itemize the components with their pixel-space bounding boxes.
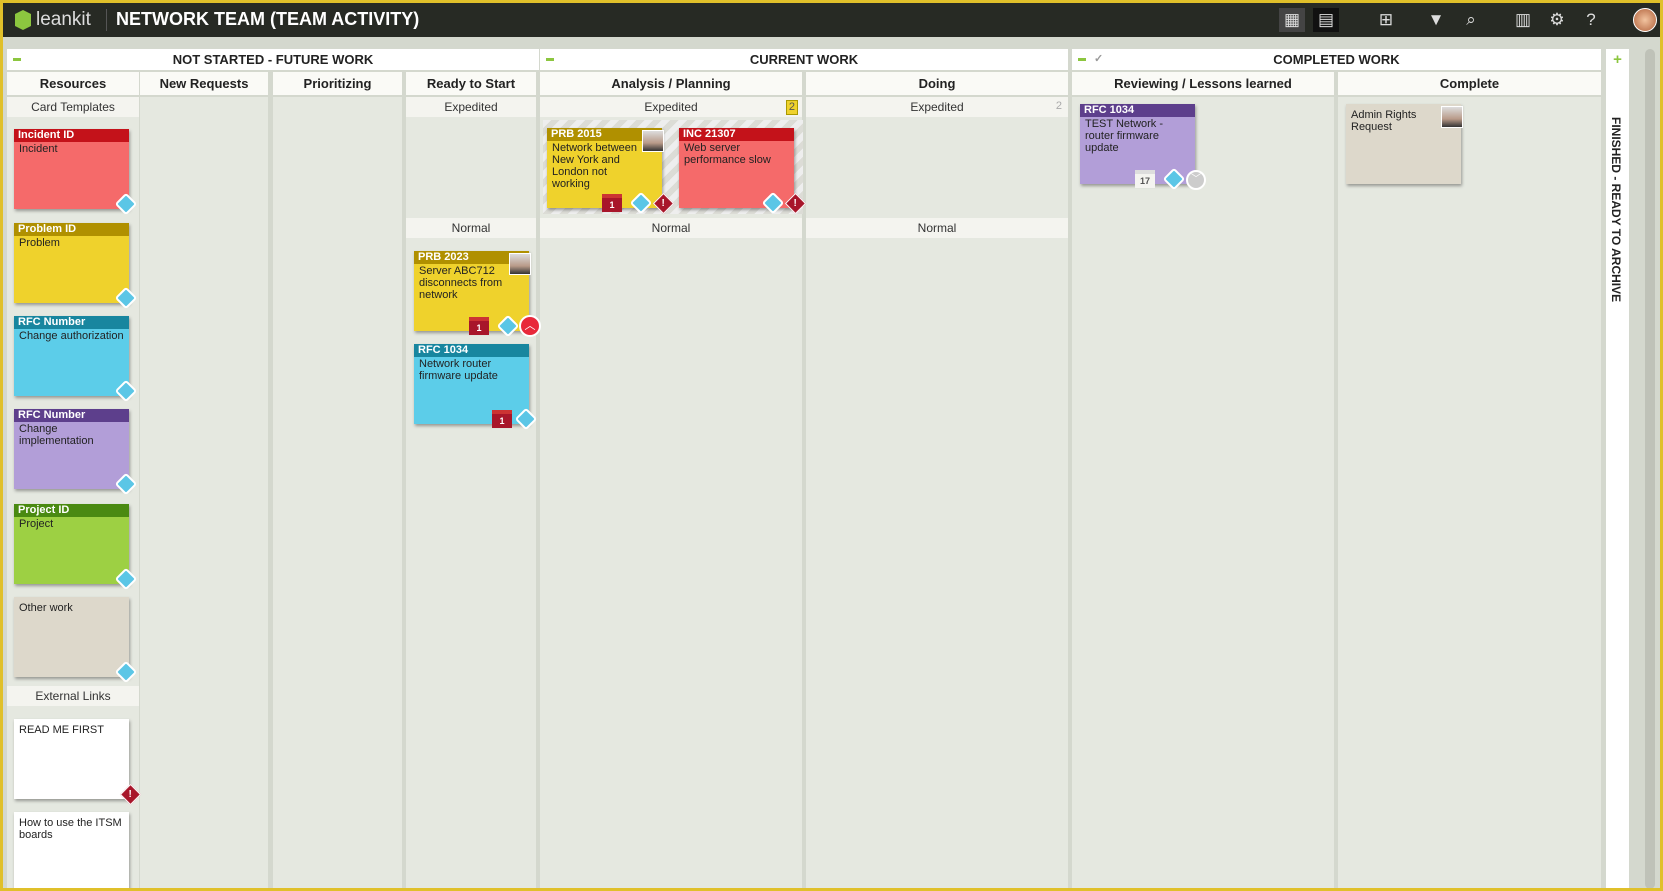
- sublane-header[interactable]: Expedited 2: [540, 97, 802, 117]
- card[interactable]: Project ID Project: [14, 504, 138, 591]
- card-title: Problem: [19, 237, 60, 249]
- due-date-icon[interactable]: 1: [469, 317, 489, 335]
- add-card-icon[interactable]: ⊞: [1373, 8, 1399, 32]
- card-id: INC 21307: [679, 128, 794, 141]
- card-title: Change authorization: [19, 330, 124, 342]
- assignee-avatar[interactable]: [1441, 106, 1463, 128]
- card-title: Incident: [19, 143, 58, 155]
- collapse-icon[interactable]: [13, 58, 21, 61]
- card-title: Network router firmware update: [419, 358, 498, 382]
- logo[interactable]: leankit: [15, 9, 91, 31]
- sublane-header[interactable]: External Links: [7, 686, 139, 706]
- archive-lane[interactable]: + FINISHED - READY TO ARCHIVE: [1606, 49, 1629, 888]
- collapse-icon[interactable]: [546, 58, 554, 61]
- top-bar: leankit NETWORK TEAM (TEAM ACTIVITY) ▦ ▤…: [3, 3, 1660, 37]
- card[interactable]: Other work: [14, 597, 138, 684]
- column-body: [1072, 97, 1334, 888]
- add-icon[interactable]: +: [1606, 51, 1629, 68]
- sublane-header[interactable]: Expedited 2: [806, 97, 1068, 117]
- column-body: [806, 97, 1068, 888]
- sublane-header[interactable]: Expedited: [406, 97, 536, 117]
- sublane-header[interactable]: Card Templates: [7, 97, 139, 117]
- column-body: [1338, 97, 1601, 888]
- lane-completed-work[interactable]: ✓ COMPLETED WORK: [1072, 49, 1601, 70]
- analytics-icon[interactable]: ▥: [1510, 8, 1536, 32]
- card-id: Project ID: [14, 504, 129, 517]
- column-header[interactable]: Prioritizing: [273, 72, 402, 95]
- sublane-header[interactable]: Normal: [806, 218, 1068, 238]
- card[interactable]: RFC 1034 TEST Network - router firmware u…: [1080, 104, 1206, 191]
- column-header[interactable]: Ready to Start: [406, 72, 536, 95]
- sublane-header[interactable]: Normal: [406, 218, 536, 238]
- card-id: RFC Number: [14, 409, 129, 422]
- date-icon[interactable]: 17: [1135, 170, 1155, 188]
- card[interactable]: Problem ID Problem: [14, 223, 138, 310]
- column-body: [140, 97, 268, 888]
- card-title: READ ME FIRST: [19, 724, 104, 736]
- board-title: NETWORK TEAM (TEAM ACTIVITY): [116, 9, 420, 29]
- board-view-icon[interactable]: ▦: [1279, 8, 1305, 32]
- column-header[interactable]: Reviewing / Lessons learned: [1072, 72, 1334, 95]
- card[interactable]: RFC 1034 Network router firmware update 1: [414, 344, 538, 431]
- archive-label: FINISHED - READY TO ARCHIVE: [1609, 117, 1623, 303]
- filter-icon[interactable]: ▼: [1423, 8, 1449, 32]
- card[interactable]: READ ME FIRST!: [14, 719, 142, 806]
- scrollbar[interactable]: [1645, 49, 1655, 888]
- leankit-logo-icon: [15, 10, 31, 30]
- card[interactable]: Admin Rights Request: [1346, 104, 1463, 184]
- collapse-icon[interactable]: [1078, 58, 1086, 61]
- wip-count: 2: [785, 100, 798, 115]
- column-body: [273, 97, 402, 888]
- lane-current-work[interactable]: CURRENT WORK: [540, 49, 1068, 70]
- card[interactable]: PRB 2023 Server ABC712 disconnects from n…: [414, 251, 541, 338]
- assignee-avatar[interactable]: [642, 130, 664, 152]
- card-title: Project: [19, 518, 54, 530]
- card-id: RFC Number: [14, 316, 129, 329]
- board: leankit NETWORK TEAM (TEAM ACTIVITY) ▦ ▤…: [3, 3, 1660, 888]
- card-id: Problem ID: [14, 223, 129, 236]
- due-date-icon[interactable]: 1: [602, 194, 622, 212]
- assignee-avatar[interactable]: [509, 253, 531, 275]
- card-title: How to use the ITSM boards: [19, 817, 122, 841]
- column-body: [406, 97, 536, 888]
- column-header[interactable]: New Requests: [140, 72, 268, 95]
- card[interactable]: INC 21307 Web server performance slow!: [679, 128, 807, 215]
- search-icon[interactable]: ⌕: [1458, 8, 1484, 32]
- sublane-header[interactable]: Normal: [540, 218, 802, 238]
- card-title: Web server performance slow: [684, 142, 771, 166]
- lane-not-started[interactable]: NOT STARTED - FUTURE WORK: [7, 49, 539, 70]
- calendar-icon[interactable]: ▤: [1313, 8, 1339, 32]
- priority-low-icon[interactable]: ﹀: [1186, 170, 1206, 190]
- help-icon[interactable]: ?: [1578, 8, 1604, 32]
- gear-icon[interactable]: ⚙: [1544, 8, 1570, 32]
- card-id: RFC 1034: [1080, 104, 1195, 117]
- column-header[interactable]: Doing: [806, 72, 1068, 95]
- column-header[interactable]: Complete: [1338, 72, 1601, 95]
- card-title: TEST Network - router firmware update: [1085, 118, 1164, 154]
- due-date-icon[interactable]: 1: [492, 410, 512, 428]
- card[interactable]: PRB 2015 Network between New York and Lon…: [547, 128, 675, 215]
- card[interactable]: RFC Number Change implementation: [14, 409, 138, 496]
- card[interactable]: RFC Number Change authorization: [14, 316, 138, 403]
- card-title: Other work: [19, 602, 73, 614]
- divider: [106, 9, 107, 31]
- column-header[interactable]: Resources: [7, 72, 139, 95]
- wip-count: 2: [1055, 100, 1062, 112]
- card-id: Incident ID: [14, 129, 129, 142]
- check-icon: ✓: [1094, 53, 1104, 65]
- column-body: [540, 97, 802, 888]
- card-id: RFC 1034: [414, 344, 529, 357]
- card-title: Change implementation: [19, 423, 94, 447]
- card[interactable]: Incident ID Incident: [14, 129, 138, 216]
- card[interactable]: How to use the ITSM boards: [14, 812, 129, 888]
- column-header[interactable]: Analysis / Planning: [540, 72, 802, 95]
- priority-high-icon[interactable]: ︿: [519, 315, 541, 337]
- user-avatar[interactable]: [1633, 8, 1657, 32]
